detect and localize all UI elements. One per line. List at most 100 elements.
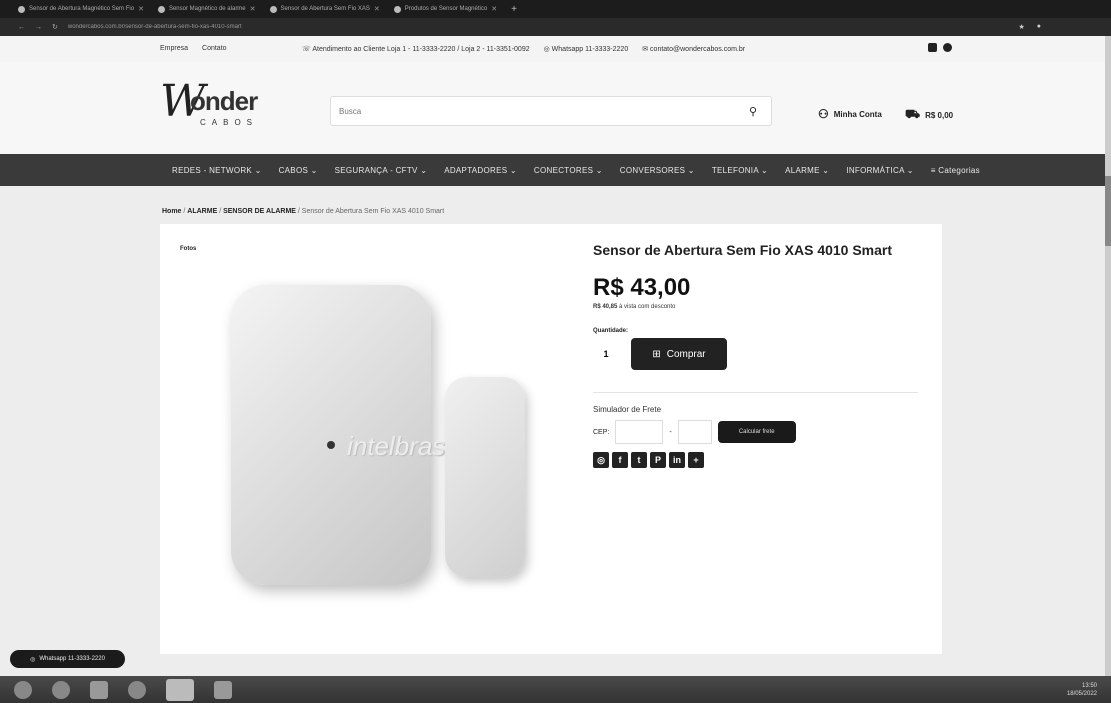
chrome-icon[interactable] bbox=[166, 678, 194, 701]
reload-icon[interactable]: ↻ bbox=[52, 23, 58, 31]
product-title: Sensor de Abertura Sem Fio XAS 4010 Smar… bbox=[593, 242, 893, 258]
cep-separator: - bbox=[669, 428, 672, 436]
account-link[interactable]: ⚇ Minha Conta bbox=[818, 107, 882, 121]
product-info: Sensor de Abertura Sem Fio XAS 4010 Smar… bbox=[593, 242, 918, 468]
quantity-input[interactable] bbox=[593, 338, 619, 370]
nav-item-conectores[interactable]: CONECTORES ⌄ bbox=[534, 166, 620, 175]
facebook-icon[interactable] bbox=[928, 43, 937, 52]
breadcrumb-alarme[interactable]: ALARME bbox=[187, 208, 217, 215]
browser-tab[interactable]: Sensor de Abertura Sem Fio XAS ✕ bbox=[269, 5, 380, 13]
close-icon[interactable]: ✕ bbox=[491, 5, 497, 13]
new-tab-icon[interactable]: + bbox=[511, 4, 517, 15]
breadcrumb-sensor[interactable]: SENSOR DE ALARME bbox=[223, 208, 296, 215]
scrollbar[interactable] bbox=[1105, 36, 1111, 676]
breadcrumb: Home / ALARME / SENSOR DE ALARME / Senso… bbox=[162, 208, 445, 215]
browser-tab-bar: Sensor de Abertura Magnético Sem Fio ✕ Se… bbox=[0, 0, 1111, 18]
instagram-icon[interactable] bbox=[943, 43, 952, 52]
whatsapp-contact[interactable]: ◎ Whatsapp 11-3333-2220 bbox=[544, 45, 629, 53]
cash-price: R$ 40,85 à vista com desconto bbox=[593, 304, 676, 310]
close-icon[interactable]: ✕ bbox=[374, 5, 380, 13]
photos-label: Fotos bbox=[180, 246, 197, 252]
sensor-led bbox=[327, 441, 335, 449]
nav-item-conversores[interactable]: CONVERSORES ⌄ bbox=[620, 166, 712, 175]
cart-icon: ⛟ bbox=[905, 107, 921, 121]
system-tray-clock[interactable]: 13:50 18/05/2022 bbox=[1067, 682, 1097, 698]
phone-icon: ☏ bbox=[302, 46, 311, 53]
twitter-icon[interactable]: t bbox=[631, 452, 647, 468]
search-icon[interactable]: ⚲ bbox=[749, 105, 757, 118]
whatsapp-icon[interactable]: ◎ bbox=[593, 452, 609, 468]
nav-item-informatica[interactable]: INFORMÁTICA ⌄ bbox=[846, 166, 931, 175]
nav-item-categorias[interactable]: ≡ Categorias bbox=[931, 166, 997, 175]
product-card: Fotos intelbras Sensor de Abertura Sem F… bbox=[160, 224, 942, 654]
sensor-magnet bbox=[445, 377, 525, 577]
address-bar: ← → ↻ wondercabos.com.br/sensor-de-abert… bbox=[0, 18, 1111, 36]
facebook-icon[interactable]: f bbox=[612, 452, 628, 468]
nav-item-adaptadores[interactable]: ADAPTADORES ⌄ bbox=[444, 166, 534, 175]
nav-item-alarme[interactable]: ALARME ⌄ bbox=[785, 166, 846, 175]
back-icon[interactable]: ← bbox=[18, 24, 25, 31]
cep-field-2[interactable] bbox=[677, 420, 712, 444]
linkedin-icon[interactable]: in bbox=[669, 452, 685, 468]
whatsapp-icon: ◎ bbox=[30, 656, 36, 663]
buy-button[interactable]: ⊞ Comprar bbox=[631, 338, 727, 370]
browser-tab[interactable]: Produtos de Sensor Magnético ✕ bbox=[393, 5, 497, 13]
logo-subtitle: CABOS bbox=[200, 118, 259, 127]
nav-item-telefonia[interactable]: TELEFONIA ⌄ bbox=[712, 166, 785, 175]
bookmark-star-icon[interactable]: ★ bbox=[1018, 23, 1024, 31]
media-player-icon[interactable] bbox=[128, 680, 146, 699]
main-nav: REDES - NETWORK ⌄ CABOS ⌄ SEGURANÇA - CF… bbox=[0, 154, 1111, 186]
explorer-icon[interactable] bbox=[90, 680, 108, 699]
logo-wordmark: onder bbox=[190, 86, 258, 116]
whatsapp-float-button[interactable]: ◎ Whatsapp 11-3333-2220 bbox=[10, 650, 125, 668]
cep-field-1[interactable] bbox=[615, 420, 664, 444]
site-header: W onder CABOS ⚲ ⚇ Minha Conta ⛟ R$ 0,00 bbox=[0, 62, 1111, 154]
nav-item-redes[interactable]: REDES - NETWORK ⌄ bbox=[172, 166, 279, 175]
buy-row: ⊞Comprar bbox=[593, 338, 918, 370]
divider bbox=[593, 392, 918, 393]
link-empresa[interactable]: Empresa bbox=[160, 45, 188, 52]
forward-icon[interactable]: → bbox=[35, 24, 42, 31]
cep-label: CEP: bbox=[593, 428, 610, 436]
browser-tab[interactable]: Sensor Magnético de alarme ✕ bbox=[157, 5, 256, 13]
browser-tab[interactable]: Sensor de Abertura Magnético Sem Fio ✕ bbox=[18, 5, 144, 13]
shipping-simulator-label: Simulador de Frete bbox=[593, 405, 662, 414]
nav-item-seguranca[interactable]: SEGURANÇA - CFTV ⌄ bbox=[335, 166, 445, 175]
app-icon[interactable] bbox=[214, 680, 232, 699]
email-icon: ✉ bbox=[642, 46, 649, 53]
search-box: ⚲ bbox=[330, 96, 772, 126]
close-icon[interactable]: ✕ bbox=[138, 5, 144, 13]
url-field[interactable]: wondercabos.com.br/sensor-de-abertura-se… bbox=[68, 24, 1009, 30]
user-icon: ⚇ bbox=[818, 107, 829, 121]
sensor-brand-label: intelbras bbox=[347, 431, 446, 461]
cart-link[interactable]: ⛟ R$ 0,00 bbox=[905, 107, 953, 123]
profile-icon[interactable]: ● bbox=[1037, 23, 1041, 31]
page-favicon-icon bbox=[269, 5, 277, 13]
search-input[interactable] bbox=[331, 97, 731, 125]
nav-item-cabos[interactable]: CABOS ⌄ bbox=[279, 166, 335, 175]
close-icon[interactable]: ✕ bbox=[250, 5, 256, 13]
cep-row: CEP: - Calcular frete bbox=[593, 420, 918, 444]
page-favicon-icon bbox=[393, 5, 401, 13]
share-icons: ◎ f t P in + bbox=[593, 452, 918, 468]
ie-icon[interactable] bbox=[52, 680, 70, 699]
plus-icon[interactable]: + bbox=[688, 452, 704, 468]
whatsapp-icon: ◎ bbox=[543, 46, 550, 53]
calculate-shipping-button[interactable]: Calcular frete bbox=[717, 421, 796, 443]
page-favicon-icon bbox=[157, 5, 165, 13]
sensor-body: intelbras bbox=[231, 285, 445, 585]
scrollbar-thumb[interactable] bbox=[1105, 176, 1111, 246]
site-logo[interactable]: W onder CABOS bbox=[160, 80, 280, 134]
top-bar: Empresa Contato ☏ Atendimento ao Cliente… bbox=[0, 36, 1111, 62]
start-icon[interactable] bbox=[14, 680, 32, 699]
quantity-label: Quantidade: bbox=[593, 328, 629, 334]
link-contato[interactable]: Contato bbox=[202, 45, 227, 52]
breadcrumb-home[interactable]: Home bbox=[162, 208, 181, 215]
email-contact[interactable]: ✉ contato@wondercabos.com.br bbox=[642, 45, 745, 53]
product-image[interactable]: intelbras bbox=[195, 269, 535, 609]
web-page: Empresa Contato ☏ Atendimento ao Cliente… bbox=[0, 36, 1111, 676]
breadcrumb-current: Sensor de Abertura Sem Fio XAS 4010 Smar… bbox=[301, 208, 445, 215]
pinterest-icon[interactable]: P bbox=[650, 452, 666, 468]
plus-box-icon: ⊞ bbox=[652, 348, 661, 360]
phone-contact: ☏ Atendimento ao Cliente Loja 1 - 11-333… bbox=[302, 46, 530, 53]
